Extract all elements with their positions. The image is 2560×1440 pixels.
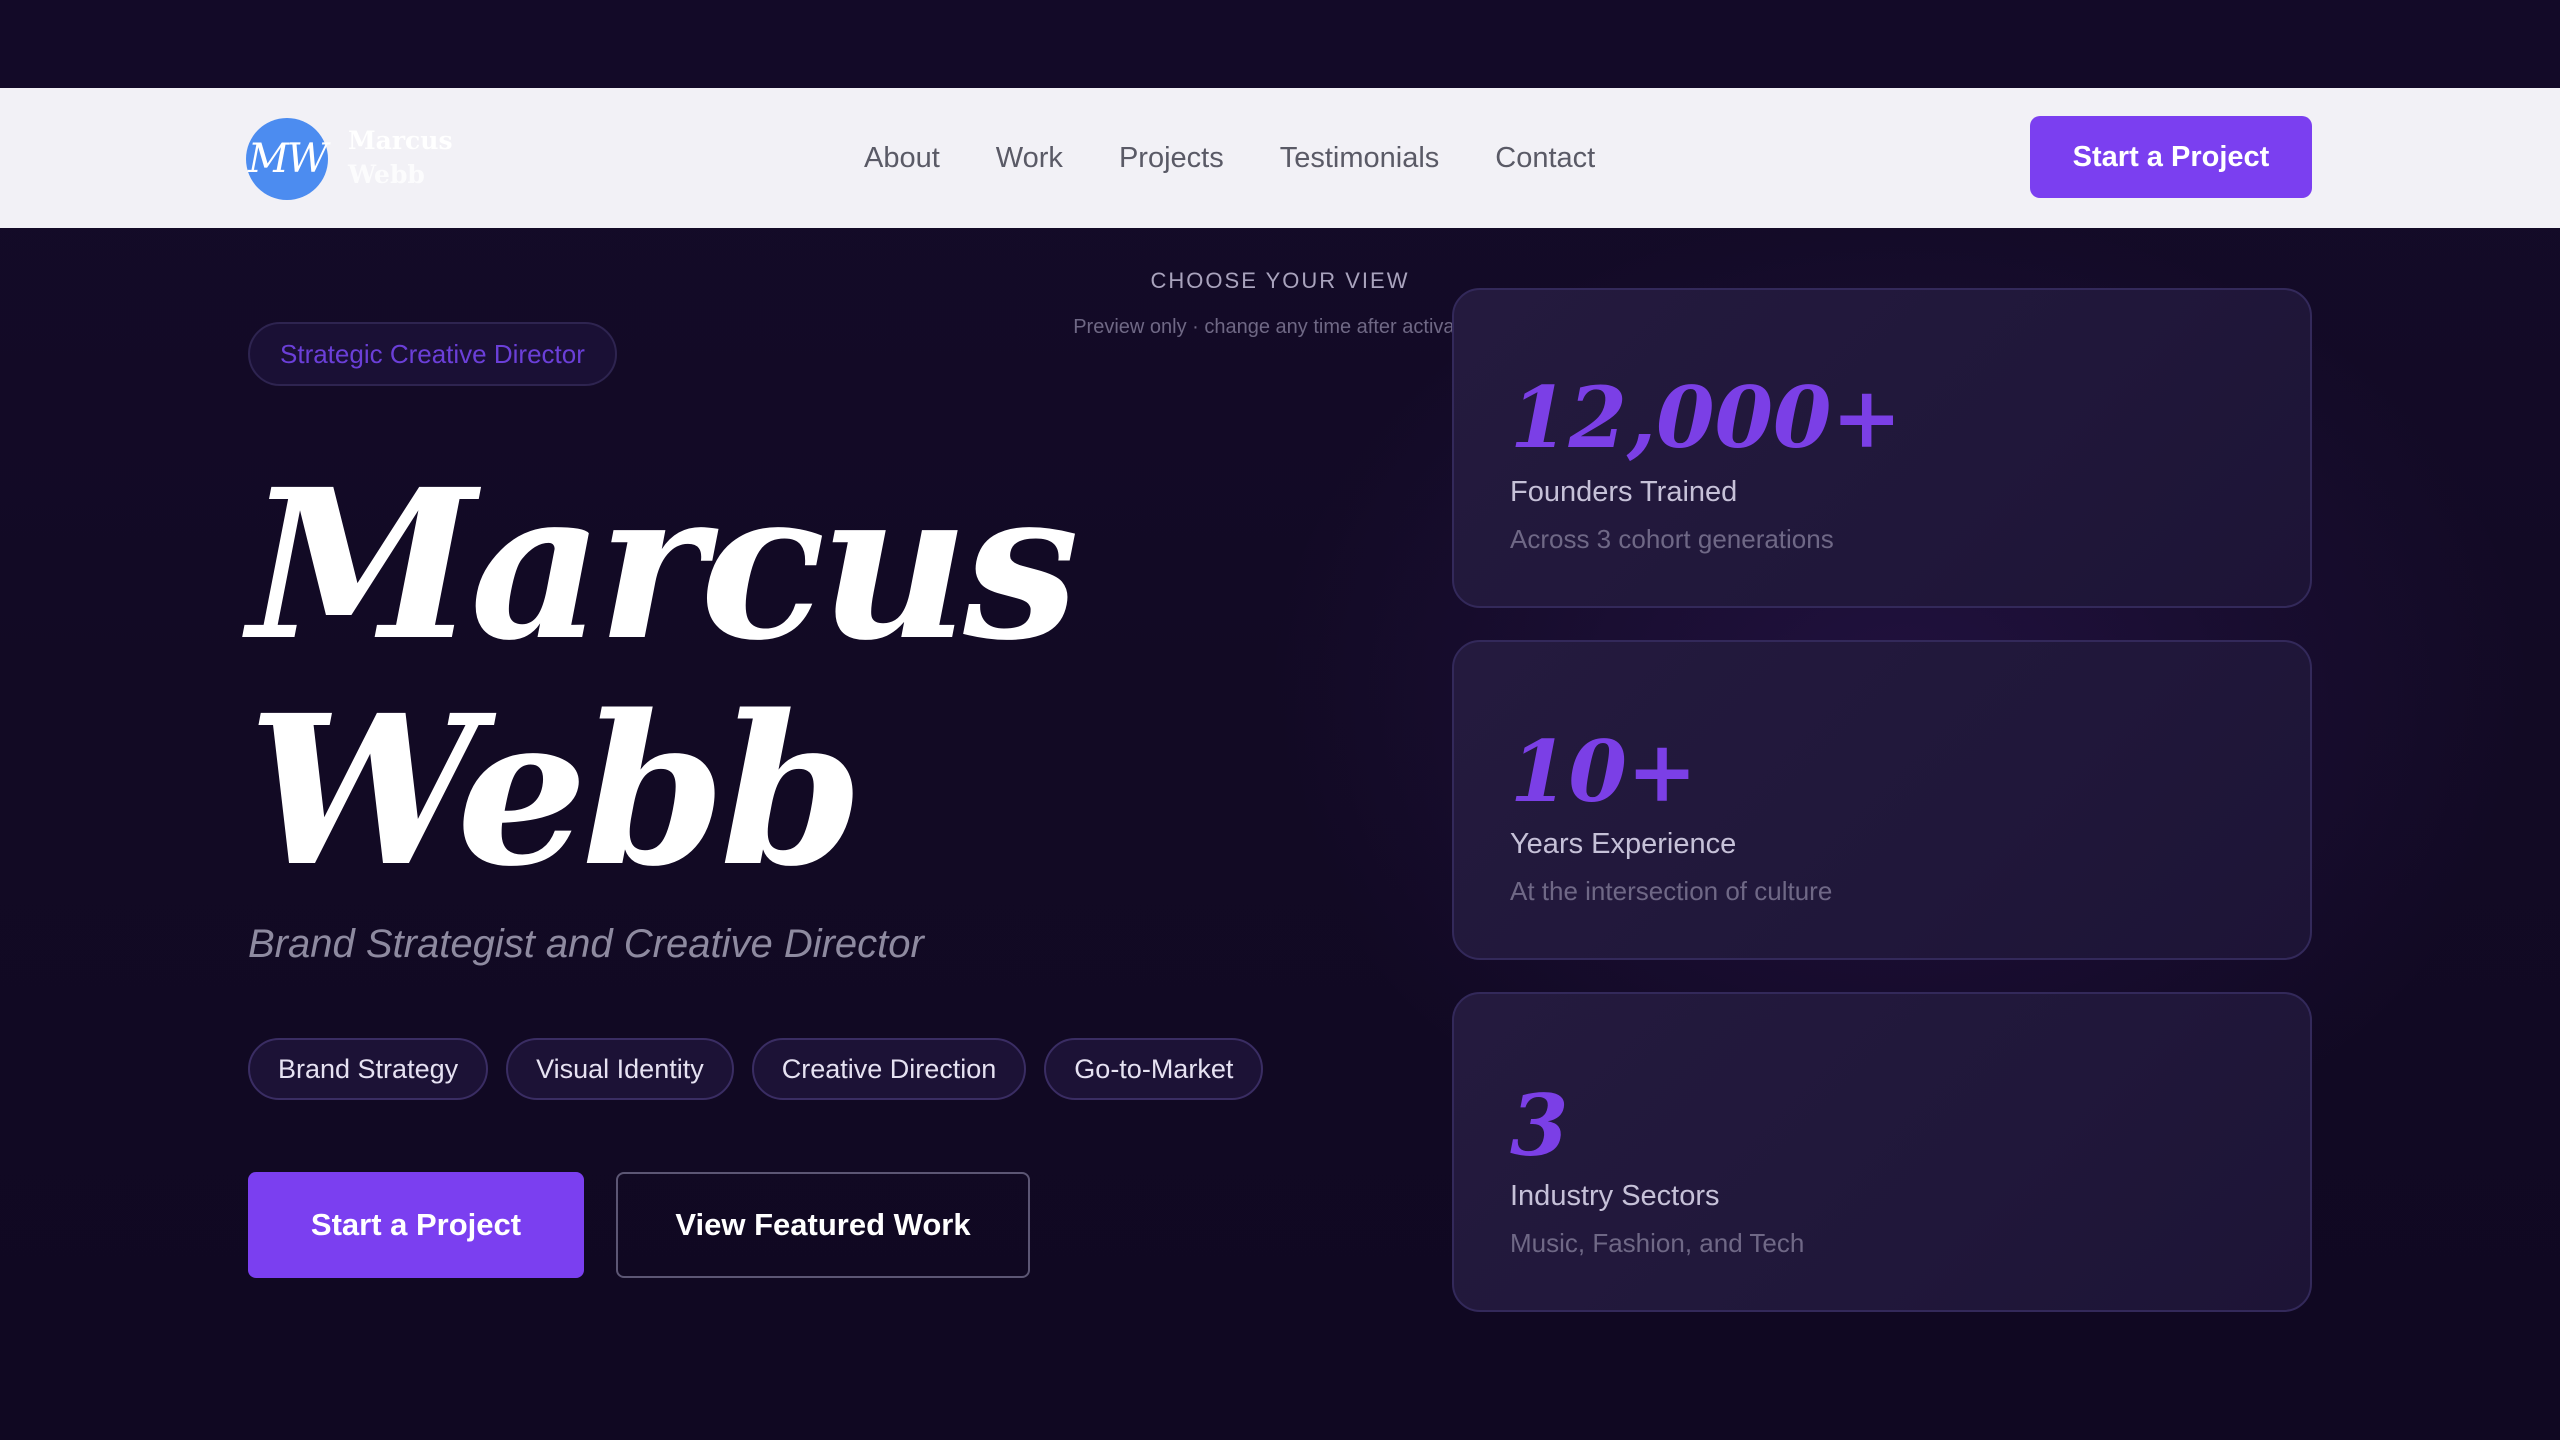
- view-featured-work-button[interactable]: View Featured Work: [616, 1172, 1030, 1278]
- nav-link-about[interactable]: About: [864, 142, 940, 175]
- nav-links: About Work Projects Testimonials Contact: [864, 88, 1595, 228]
- hero-subtitle: Brand Strategist and Creative Director: [248, 922, 924, 966]
- skill-tags: Brand Strategy Visual Identity Creative …: [248, 1038, 1281, 1100]
- logo-wordmark: Marcus Webb: [348, 124, 453, 192]
- logo-line-1: Marcus: [348, 126, 453, 155]
- logo-line-2: Webb: [348, 160, 425, 189]
- nav-link-work[interactable]: Work: [996, 142, 1063, 175]
- role-pill: Strategic Creative Director: [248, 322, 617, 386]
- tag-creative-direction: Creative Direction: [751, 1038, 1027, 1100]
- hero-name-line-1: Marcus: [248, 444, 1079, 686]
- stat-label: Industry Sectors: [1510, 1180, 1720, 1212]
- stat-note: At the intersection of culture: [1510, 876, 1833, 906]
- tag-go-to-market: Go-to-Market: [1044, 1038, 1264, 1100]
- stat-value: 3: [1510, 1076, 1569, 1175]
- tag-brand-strategy: Brand Strategy: [248, 1038, 489, 1100]
- top-strip: [0, 0, 2560, 88]
- stat-card-sectors: 3 Industry Sectors Music, Fashion, and T…: [1452, 992, 2312, 1312]
- stat-note: Across 3 cohort generations: [1510, 524, 1834, 554]
- stat-value: 10+: [1510, 722, 1698, 821]
- nav-link-testimonials[interactable]: Testimonials: [1280, 142, 1440, 175]
- nav-link-projects[interactable]: Projects: [1119, 142, 1224, 175]
- stat-label: Founders Trained: [1510, 476, 1738, 508]
- view-chooser-title: CHOOSE YOUR VIEW: [1150, 268, 1410, 293]
- stat-label: Years Experience: [1510, 828, 1737, 860]
- hero-name-line-2: Webb: [248, 670, 864, 912]
- nav-start-project-button[interactable]: Start a Project: [2030, 116, 2312, 198]
- logo-monogram: MW: [246, 118, 328, 200]
- tag-visual-identity: Visual Identity: [506, 1038, 734, 1100]
- stat-card-experience: 10+ Years Experience At the intersection…: [1452, 640, 2312, 960]
- logo[interactable]: MW Marcus Webb: [246, 118, 453, 200]
- stat-card-founders: 12,000+ Founders Trained Across 3 cohort…: [1452, 288, 2312, 608]
- start-project-button[interactable]: Start a Project: [248, 1172, 584, 1278]
- hero-name: Marcus Webb: [248, 444, 1079, 912]
- stat-note: Music, Fashion, and Tech: [1510, 1228, 1805, 1258]
- nav-link-contact[interactable]: Contact: [1495, 142, 1595, 175]
- navbar: MW Marcus Webb About Work Projects Testi…: [0, 88, 2560, 228]
- stat-value: 12,000+: [1510, 368, 1902, 467]
